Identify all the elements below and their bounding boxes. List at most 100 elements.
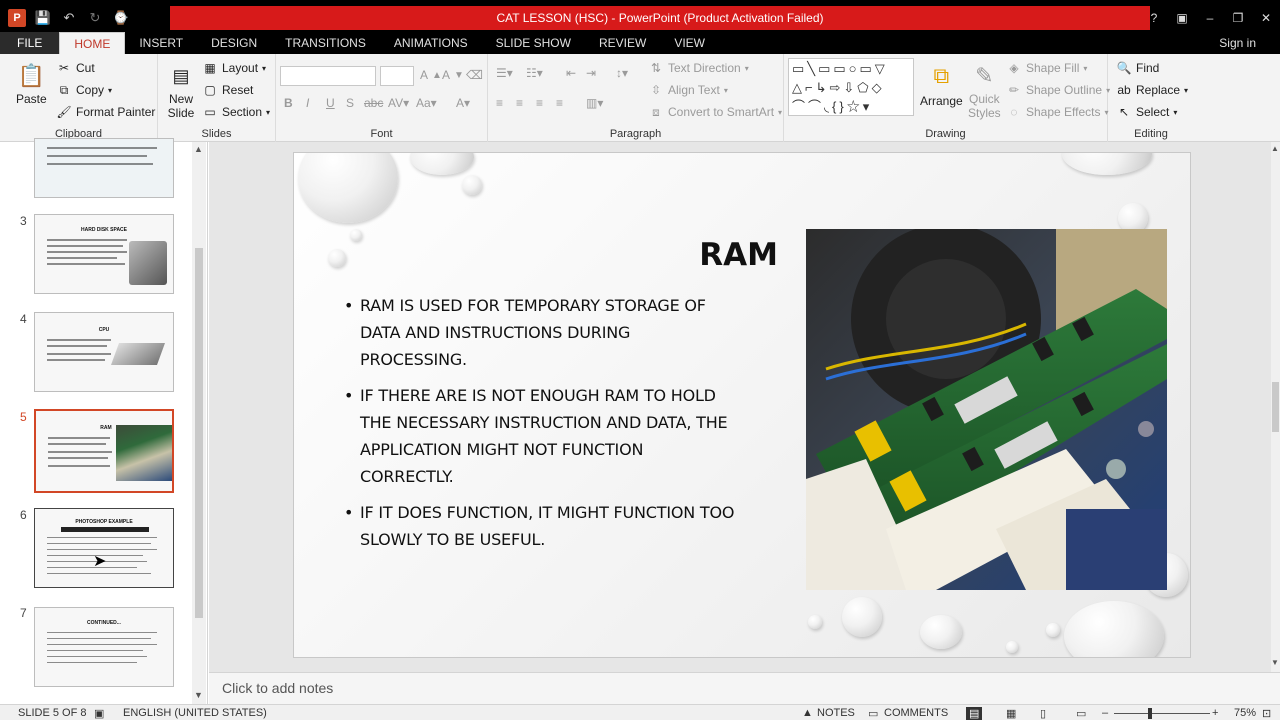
zoom-level[interactable]: 75%	[1234, 707, 1256, 719]
zoom-in-icon[interactable]: +	[1212, 707, 1218, 719]
replace-button[interactable]: ab Replace ▾	[1116, 82, 1188, 98]
slide-thumbnail-5-selected[interactable]: RAM	[34, 409, 174, 493]
slide-thumbnail-7[interactable]: CONTINUED...	[34, 607, 174, 687]
shape-outline-button[interactable]: ✏ Shape Outline ▾	[1006, 82, 1110, 98]
arrange-button[interactable]: ⧉ Arrange	[920, 60, 963, 108]
center-button[interactable]: ≡	[516, 96, 523, 110]
tab-design[interactable]: DESIGN	[197, 32, 271, 54]
zoom-slider-thumb[interactable]	[1148, 708, 1152, 719]
select-button[interactable]: ↖ Select ▾	[1116, 104, 1177, 120]
change-case-button[interactable]: Aa▾	[416, 96, 437, 110]
comments-icon[interactable]: ▭	[868, 707, 878, 720]
line-spacing-button[interactable]: ↕▾	[616, 66, 628, 80]
bullet-item[interactable]: • IF IT DOES FUNCTION, IT MIGHT FUNCTION …	[344, 499, 740, 553]
slide-thumbnail-2-partial[interactable]	[34, 138, 174, 198]
comments-button[interactable]: COMMENTS	[884, 707, 948, 719]
increase-indent-button[interactable]: ⇥	[586, 66, 596, 80]
bullet-item[interactable]: • RAM IS USED FOR TEMPORARY STORAGE OF DA…	[344, 292, 740, 373]
slide-thumbnail-4[interactable]: CPU	[34, 312, 174, 392]
justify-button[interactable]: ≡	[556, 96, 563, 110]
fit-to-window-icon[interactable]: ⊡	[1262, 707, 1271, 720]
align-right-button[interactable]: ≡	[536, 96, 543, 110]
reading-view-icon[interactable]: ▯	[1040, 707, 1046, 720]
slide-sorter-icon[interactable]: ▦	[1006, 707, 1016, 720]
shape-fill-button[interactable]: ◈ Shape Fill ▾	[1006, 60, 1087, 76]
notes-placeholder[interactable]: Click to add notes	[222, 680, 333, 696]
shape-effects-button[interactable]: ◌ Shape Effects ▾	[1006, 104, 1108, 120]
slide-thumbnail-pane[interactable]: 3 HARD DISK SPACE 4 CPU 5 RAM 6 PHOTOSHO…	[0, 138, 208, 704]
scroll-down-arrow-icon[interactable]: ▼	[194, 690, 203, 700]
redo-icon[interactable]: ↻	[86, 9, 104, 27]
bold-button[interactable]: B	[284, 96, 293, 110]
font-color-button[interactable]: A▾	[456, 96, 470, 110]
scroll-down-arrow-icon[interactable]: ▼	[1271, 658, 1279, 667]
language-status[interactable]: ENGLISH (UNITED STATES)	[123, 707, 267, 719]
current-slide[interactable]: RAM • RAM IS USED FOR TEMPORARY STORAGE O…	[293, 152, 1191, 658]
maximize-button[interactable]: ❐	[1224, 6, 1252, 30]
shadow-button[interactable]: S	[346, 96, 354, 110]
convert-smartart-button[interactable]: ⧈ Convert to SmartArt ▾	[648, 104, 782, 120]
slide-scrollbar[interactable]: ▲ ▼	[1271, 142, 1280, 672]
tab-animations[interactable]: ANIMATIONS	[380, 32, 482, 54]
bullets-button[interactable]: ☰▾	[496, 66, 513, 80]
notes-toggle-button[interactable]: NOTES	[817, 707, 855, 719]
numbering-button[interactable]: ☷▾	[526, 66, 543, 80]
shrink-font-button[interactable]: A ▼	[442, 68, 464, 82]
tab-transitions[interactable]: TRANSITIONS	[271, 32, 380, 54]
grow-font-button[interactable]: A ▲	[420, 68, 442, 82]
clear-formatting-button[interactable]: ⌫	[466, 68, 483, 82]
bullet-item[interactable]: • IF THERE ARE IS NOT ENOUGH RAM TO HOLD …	[344, 382, 740, 490]
align-left-button[interactable]: ≡	[496, 96, 503, 110]
strikethrough-button[interactable]: abc	[364, 96, 383, 110]
save-icon[interactable]: 💾	[34, 9, 52, 27]
start-from-beginning-icon[interactable]: ⌚	[112, 9, 130, 27]
columns-button[interactable]: ▥▾	[586, 96, 603, 110]
layout-button[interactable]: ▦ Layout ▾	[202, 60, 266, 76]
reset-button[interactable]: ▢ Reset	[202, 82, 253, 98]
scroll-up-arrow-icon[interactable]: ▲	[194, 144, 203, 154]
decrease-indent-button[interactable]: ⇤	[566, 66, 576, 80]
thumbnail-scrollbar[interactable]: ▲ ▼	[192, 142, 206, 704]
close-button[interactable]: ✕	[1252, 6, 1280, 30]
section-button[interactable]: ▭ Section ▾	[202, 104, 270, 120]
font-size-combo[interactable]	[380, 66, 414, 86]
minimize-button[interactable]: –	[1196, 6, 1224, 30]
format-painter-button[interactable]: 🖌 Format Painter	[56, 104, 155, 120]
zoom-slider[interactable]	[1114, 713, 1210, 714]
slide-thumbnail-6[interactable]: PHOTOSHOP EXAMPLE ➤	[34, 508, 174, 588]
slide-thumbnail-3[interactable]: HARD DISK SPACE	[34, 214, 174, 294]
character-spacing-button[interactable]: AV▾	[388, 96, 409, 110]
copy-button[interactable]: ⧉ Copy ▾	[56, 82, 112, 98]
tab-slide-show[interactable]: SLIDE SHOW	[482, 32, 585, 54]
sign-in-link[interactable]: Sign in	[1219, 32, 1256, 54]
notes-pane[interactable]: Click to add notes	[209, 672, 1280, 704]
italic-button[interactable]: I	[306, 96, 309, 110]
notes-toggle-icon[interactable]: ▲	[802, 707, 813, 719]
font-name-combo[interactable]	[280, 66, 376, 86]
tab-insert[interactable]: INSERT	[125, 32, 197, 54]
tab-review[interactable]: REVIEW	[585, 32, 660, 54]
align-text-button[interactable]: ⇳ Align Text ▾	[648, 82, 728, 98]
find-button[interactable]: 🔍 Find	[1116, 60, 1160, 76]
new-slide-button[interactable]: ▤ New Slide	[166, 60, 196, 120]
shapes-gallery[interactable]: ▭╲▭▭○▭▽ △⌐↳⇨⇩⬠◇ ⌒⌒◟{}☆▾	[788, 58, 914, 116]
scroll-up-arrow-icon[interactable]: ▲	[1271, 144, 1279, 153]
tab-file[interactable]: FILE	[0, 32, 60, 54]
scrollbar-thumb[interactable]	[195, 248, 203, 618]
zoom-out-icon[interactable]: –	[1102, 707, 1108, 719]
help-button[interactable]: ?	[1140, 6, 1168, 30]
tab-home[interactable]: HOME	[59, 32, 126, 54]
underline-button[interactable]: U	[326, 96, 335, 110]
tab-view[interactable]: VIEW	[660, 32, 719, 54]
ram-module-photo[interactable]	[806, 229, 1167, 590]
paste-button[interactable]: 📋 Paste	[16, 60, 47, 106]
scrollbar-thumb[interactable]	[1272, 382, 1279, 432]
slide-show-icon[interactable]: ▭	[1076, 707, 1086, 720]
undo-icon[interactable]: ↶	[60, 9, 78, 27]
cut-button[interactable]: ✂ Cut	[56, 60, 95, 76]
quick-styles-button[interactable]: ✎ Quick Styles	[968, 60, 1001, 121]
normal-view-icon[interactable]: ▤	[966, 707, 983, 720]
text-direction-button[interactable]: ⇅ Text Direction ▾	[648, 60, 749, 76]
ribbon-display-options-icon[interactable]: ▣	[1168, 6, 1196, 30]
slide-title[interactable]: RAM	[694, 237, 778, 273]
